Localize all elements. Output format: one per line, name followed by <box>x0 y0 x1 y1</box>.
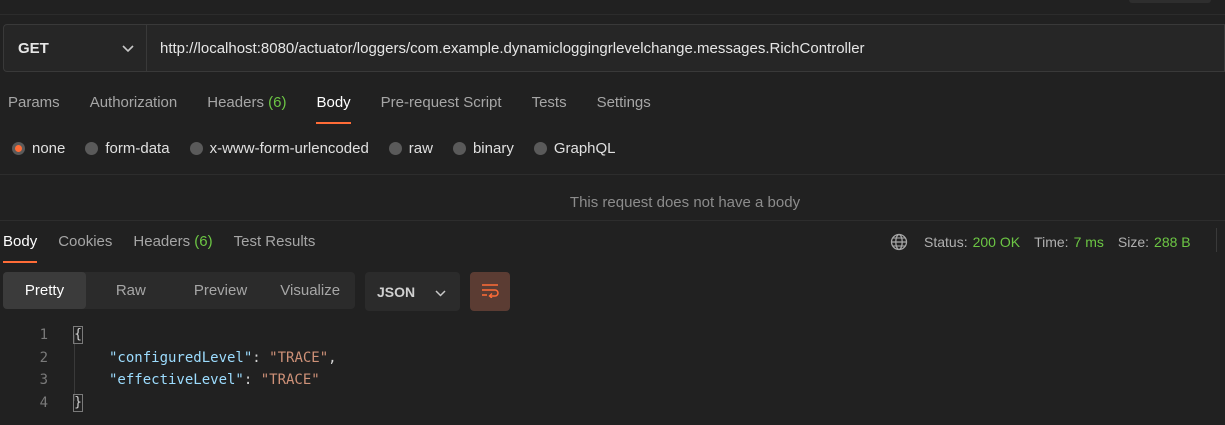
url-text: http://localhost:8080/actuator/loggers/c… <box>160 39 865 57</box>
response-tab-cookies[interactable]: Cookies <box>58 233 112 263</box>
view-mode-raw[interactable]: Raw <box>86 272 176 309</box>
line-number: 3 <box>39 372 48 389</box>
tab-label: Body <box>316 94 351 111</box>
no-body-message: This request does not have a body <box>569 194 801 211</box>
tab-label: Settings <box>596 94 651 111</box>
view-mode-visualize[interactable]: Visualize <box>265 272 355 309</box>
view-mode-label: Raw <box>115 282 146 299</box>
radio-none[interactable]: none <box>12 140 65 157</box>
chevron-down-icon <box>122 40 134 57</box>
tab-label: Test Results <box>233 233 316 250</box>
view-mode-segmented-control: Pretty Raw Preview Visualize <box>3 272 355 309</box>
radio-label: form-data <box>105 140 170 157</box>
radio-label: GraphQL <box>553 140 616 157</box>
code-line: 4 } <box>0 392 337 415</box>
line-number: 4 <box>39 394 48 411</box>
tab-headers[interactable]: Headers (6) <box>207 94 286 124</box>
radio-x-www-form-urlencoded[interactable]: x-www-form-urlencoded <box>189 140 369 157</box>
wrap-lines-icon <box>480 282 500 302</box>
tab-params[interactable]: Params <box>8 94 60 124</box>
top-strip <box>0 0 1225 15</box>
view-mode-label: Pretty <box>24 282 65 299</box>
tab-label: Pre-request Script <box>380 94 502 111</box>
method-label: GET <box>18 39 49 57</box>
url-bar: GET http://localhost:8080/actuator/logge… <box>3 24 1225 74</box>
code-line: 2 "configuredLevel": "TRACE", <box>0 347 337 370</box>
response-code-editor[interactable]: 1 { 2 "configuredLevel": "TRACE", 3 "eff… <box>0 324 337 414</box>
pane-resize-handle[interactable] <box>0 220 1225 221</box>
json-colon: : <box>243 372 261 389</box>
radio-label: none <box>32 140 66 157</box>
view-mode-label: Visualize <box>280 282 341 299</box>
json-key: "effectiveLevel" <box>109 372 244 389</box>
tab-body[interactable]: Body <box>316 94 351 124</box>
radio-graphql[interactable]: GraphQL <box>533 140 616 157</box>
json-colon: : <box>252 349 270 366</box>
response-tab-headers[interactable]: Headers (6) <box>133 233 212 263</box>
tab-label: Headers <box>133 233 191 250</box>
json-value: "TRACE" <box>269 349 329 366</box>
radio-label: raw <box>408 140 433 157</box>
headers-count-badge: (6) <box>194 233 213 250</box>
size-value[interactable]: 288 B <box>1154 234 1191 250</box>
json-key: "configuredLevel" <box>109 349 253 366</box>
size-label: Size: <box>1117 234 1150 250</box>
format-select[interactable]: JSON <box>365 272 460 311</box>
tab-tests[interactable]: Tests <box>532 94 567 124</box>
response-tab-body[interactable]: Body <box>3 233 38 263</box>
wrap-lines-button[interactable] <box>470 272 510 311</box>
format-label: JSON <box>377 283 416 300</box>
json-value: "TRACE" <box>260 372 320 389</box>
radio-label: binary <box>472 140 514 157</box>
tab-label: Params <box>8 94 60 111</box>
view-mode-label: Preview <box>193 282 248 299</box>
radio-binary[interactable]: binary <box>452 140 514 157</box>
json-comma: , <box>328 349 337 366</box>
line-number: 1 <box>39 327 48 344</box>
radio-raw[interactable]: raw <box>388 140 433 157</box>
code-line: 3 "effectiveLevel": "TRACE" <box>0 369 337 392</box>
close-brace: } <box>73 393 83 412</box>
line-number: 2 <box>39 349 48 366</box>
tab-label: Authorization <box>89 94 178 111</box>
radio-icon <box>533 142 547 155</box>
tab-authorization[interactable]: Authorization <box>90 94 178 124</box>
time-value[interactable]: 7 ms <box>1074 234 1104 250</box>
view-mode-pretty[interactable]: Pretty <box>3 272 86 309</box>
response-tabs: Body Cookies Headers (6) Test Results <box>3 233 336 263</box>
status-value[interactable]: 200 OK <box>973 234 1020 250</box>
divider <box>1216 228 1217 252</box>
tab-pre-request-script[interactable]: Pre-request Script <box>381 94 502 124</box>
radio-form-data[interactable]: form-data <box>85 140 170 157</box>
tab-label: Cookies <box>58 233 113 250</box>
response-tab-test-results[interactable]: Test Results <box>234 233 316 263</box>
tab-label: Headers <box>207 94 264 111</box>
radio-icon <box>452 142 466 155</box>
tab-settings[interactable]: Settings <box>597 94 651 124</box>
globe-icon[interactable] <box>890 233 908 251</box>
time-label: Time: <box>1034 234 1069 250</box>
status-label: Status: <box>924 234 968 250</box>
tab-label: Body <box>3 233 38 250</box>
radio-checked-icon <box>12 142 25 155</box>
radio-icon <box>189 142 203 155</box>
code-line: 1 { <box>0 324 337 347</box>
radio-icon <box>85 142 99 155</box>
radio-icon <box>388 142 402 155</box>
window-corner <box>1129 0 1211 3</box>
response-status-bar: Status: 200 OK Time: 7 ms Size: 288 B <box>890 233 1205 251</box>
open-brace: { <box>73 326 83 345</box>
body-type-radio-group: none form-data x-www-form-urlencoded raw… <box>12 140 636 157</box>
radio-label: x-www-form-urlencoded <box>209 140 369 157</box>
url-input[interactable]: http://localhost:8080/actuator/loggers/c… <box>147 24 1225 72</box>
chevron-down-icon <box>435 284 446 300</box>
view-mode-preview[interactable]: Preview <box>176 272 266 309</box>
headers-count-badge: (6) <box>268 94 287 111</box>
divider <box>0 174 1225 175</box>
request-tabs: Params Authorization Headers (6) Body Pr… <box>8 94 681 124</box>
method-select[interactable]: GET <box>3 24 147 72</box>
tab-label: Tests <box>531 94 567 111</box>
